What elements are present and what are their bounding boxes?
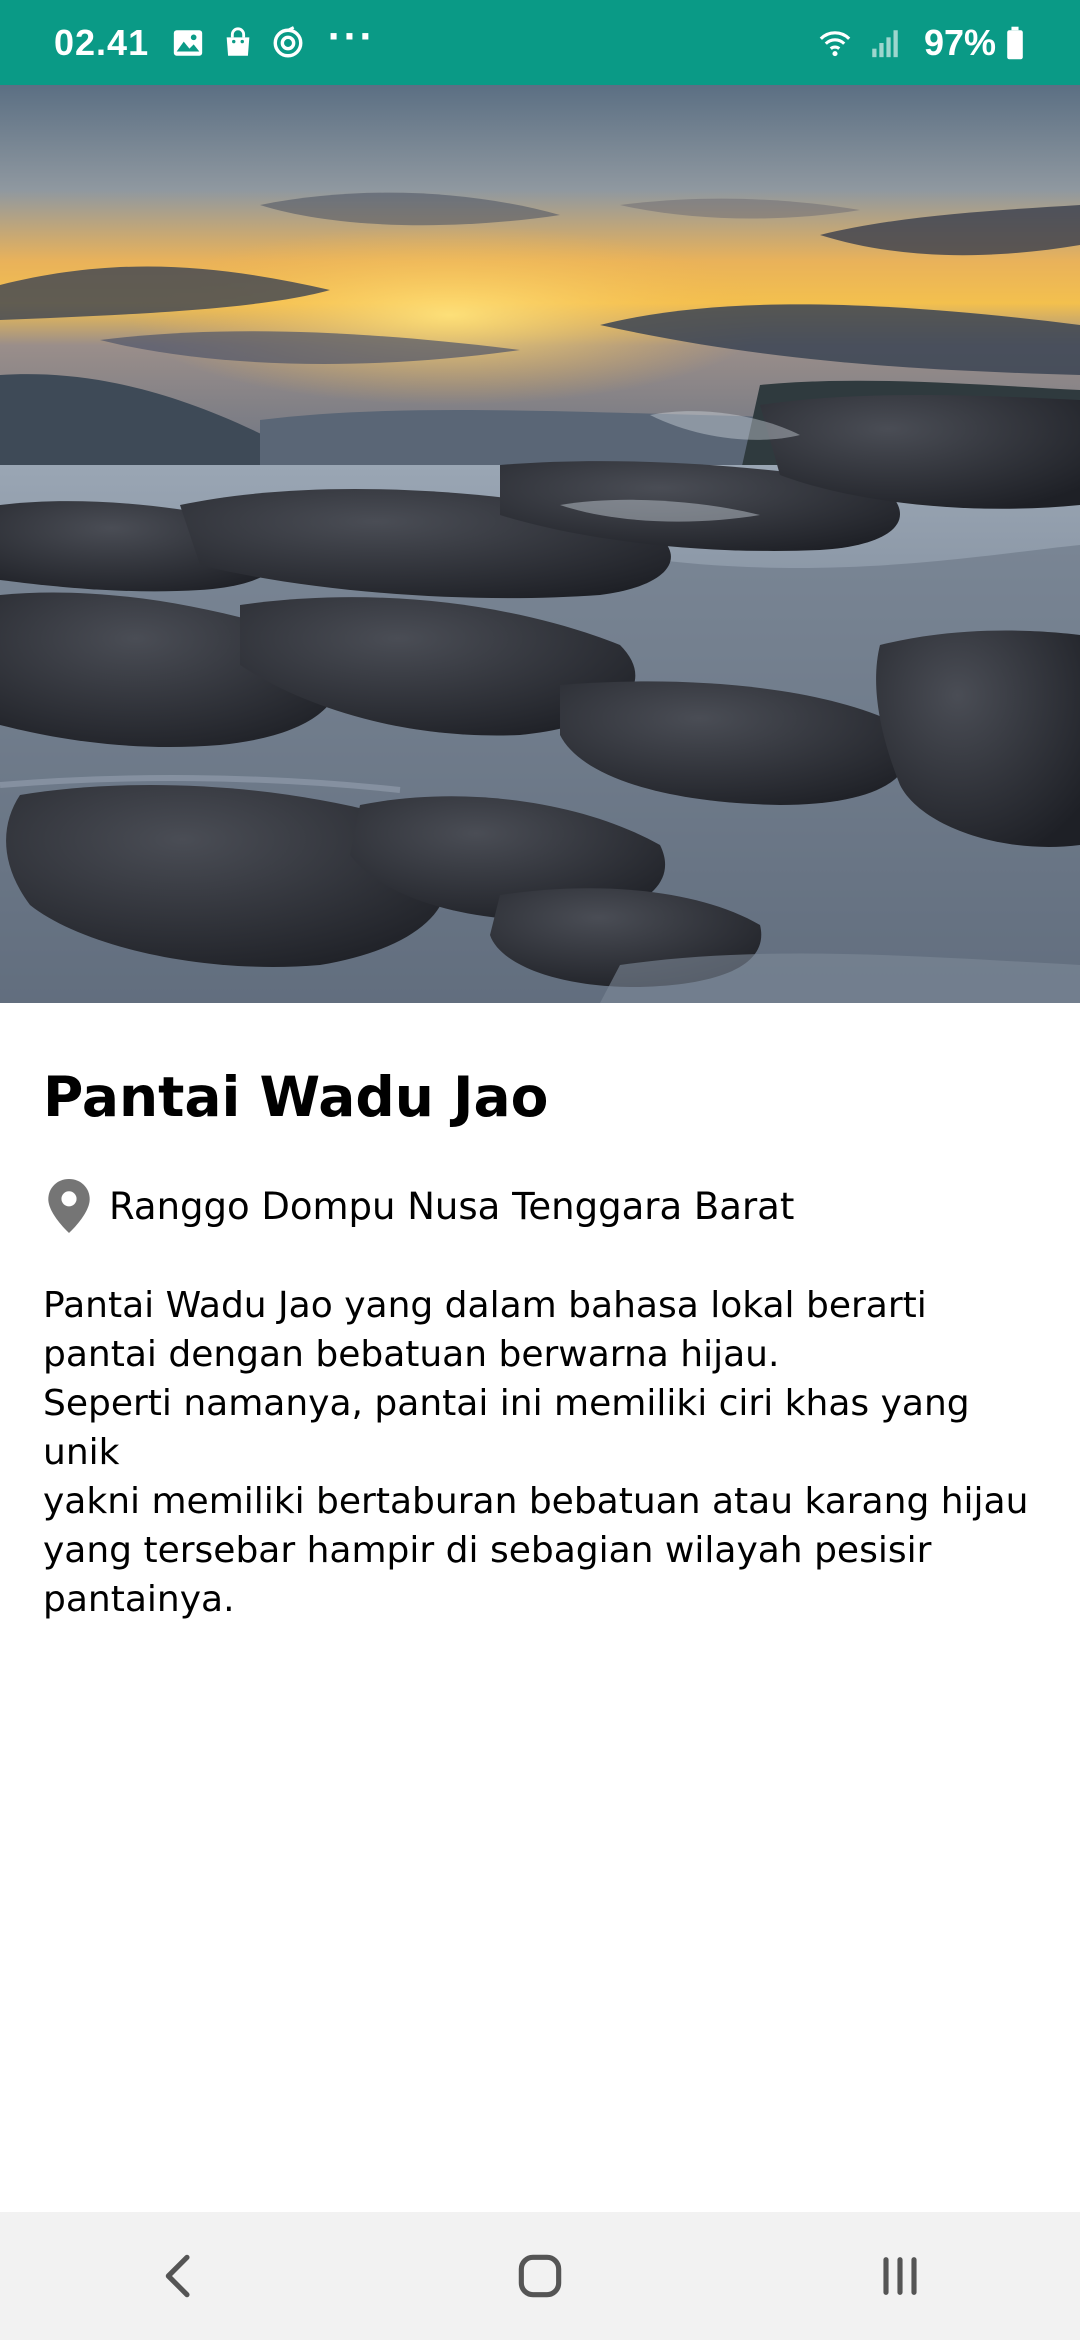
status-bar: 02.41 ··· 97% [0,0,1080,85]
more-notifications-indicator: ··· [327,16,375,57]
battery-percent: 97% [923,21,996,63]
page-title: Pantai Wadu Jao [43,1065,549,1129]
recents-icon [883,2257,917,2295]
location-pin-icon [47,1179,91,1233]
image-icon [171,26,205,60]
description-text: Pantai Wadu Jao yang dalam bahasa lokal … [43,1285,1029,1620]
home-icon [518,2254,562,2298]
home-button[interactable] [480,2226,600,2326]
navigation-bar [0,2212,1080,2340]
battery-icon [1004,26,1026,60]
location-text: Ranggo Dompu Nusa Tenggara Barat [109,1184,795,1228]
recents-button[interactable] [840,2226,960,2326]
location-row: Ranggo Dompu Nusa Tenggara Barat [43,1179,1043,1233]
signal-icon [868,26,902,60]
status-left-group: 02.41 ··· [54,17,375,64]
hero-image [0,85,1080,1003]
back-button[interactable] [120,2226,240,2326]
status-time: 02.41 [54,21,150,63]
wifi-icon [818,26,852,60]
shopping-bag-icon [221,26,255,60]
detail-content: Pantai Wadu Jao Ranggo Dompu Nusa Tengga… [43,1003,1043,1624]
back-icon [165,2254,190,2298]
status-right-group: 97% [818,22,1026,64]
beach-photo [0,85,1080,1003]
sync-icon [271,25,305,60]
